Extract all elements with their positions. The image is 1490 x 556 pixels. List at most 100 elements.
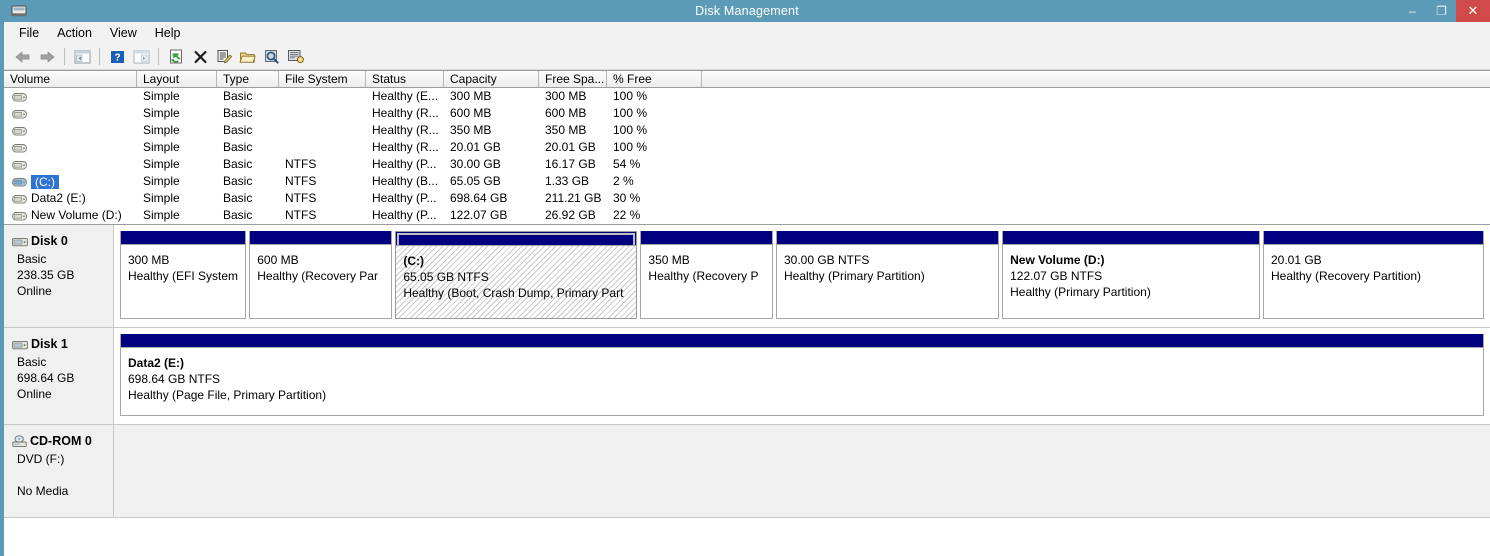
cell-type: Basic — [223, 123, 253, 137]
cell-free-space: 211.21 GB — [545, 191, 602, 205]
col-status[interactable]: Status — [366, 71, 444, 87]
back-icon[interactable] — [11, 46, 35, 68]
menu-action[interactable]: Action — [48, 24, 101, 42]
drive-icon — [12, 210, 27, 221]
table-row[interactable]: New Volume (D:) Simple Basic NTFS Healthy (P… — [4, 207, 1490, 224]
volume-cell — [4, 142, 137, 153]
close-button[interactable]: ✕ — [1456, 0, 1490, 22]
partition-status: Healthy (Boot, Crash Dump, Primary Part — [403, 286, 624, 300]
show-hide-action-pane-icon[interactable] — [129, 46, 153, 68]
col-type[interactable]: Type — [217, 71, 279, 87]
cell-percent-free: 30 % — [613, 191, 641, 205]
minimize-button[interactable]: – — [1398, 0, 1427, 22]
forward-icon[interactable] — [35, 46, 59, 68]
menu-help[interactable]: Help — [146, 24, 190, 42]
disk-info-panel[interactable]: Disk 1 Basic 698.64 GB Online — [4, 328, 114, 424]
partition-block[interactable]: New Volume (D:) 122.07 GB NTFS Healthy (Pr… — [1002, 231, 1260, 319]
volume-list: Volume Layout Type File System Status Capacit… — [4, 70, 1490, 224]
volume-label: Data2 (E:) — [31, 191, 86, 205]
all-tasks-icon[interactable] — [284, 46, 308, 68]
partition-block[interactable]: Data2 (E:) 698.64 GB NTFS Healthy (Page Fi… — [120, 334, 1484, 416]
cell-status: Healthy (P... — [372, 157, 437, 171]
partition-block[interactable]: 600 MB Healthy (Recovery Par — [249, 231, 393, 319]
partition-block[interactable]: (C:) 65.05 GB NTFS Healthy (Boot, Crash Du… — [395, 231, 638, 319]
col-volume[interactable]: Volume — [4, 71, 137, 87]
cell-status: Healthy (B... — [372, 174, 439, 188]
cell-capacity: 122.07 GB — [450, 208, 508, 222]
cell-status: Healthy (E... — [372, 89, 439, 103]
cell-free-space: 350 MB — [545, 123, 587, 137]
table-row[interactable]: (C:) Simple Basic NTFS Healthy (B... 65.05 GB… — [4, 173, 1490, 190]
col-free-space[interactable]: Free Spa... — [539, 71, 607, 87]
cell-file-system: NTFS — [285, 208, 317, 222]
partition-name: Data2 (E:) — [128, 356, 185, 370]
delete-icon[interactable] — [188, 46, 212, 68]
partition-details: (C:) 65.05 GB NTFS Healthy (Boot, Crash Du… — [396, 245, 637, 318]
disk-management-window: Disk Management – ❐ ✕ File Action View H… — [0, 0, 1490, 556]
cell-free-space: 20.01 GB — [545, 140, 596, 154]
cell-type: Basic — [223, 140, 253, 154]
properties-icon[interactable] — [212, 46, 236, 68]
cell-type: Basic — [223, 174, 253, 188]
cell-percent-free: 2 % — [613, 174, 634, 188]
refresh-icon[interactable] — [164, 46, 188, 68]
col-file-system[interactable]: File System — [279, 71, 366, 87]
table-row[interactable]: Simple Basic NTFS Healthy (P... 30.00 GB 16.1… — [4, 156, 1490, 173]
partition-size: 65.05 GB NTFS — [403, 270, 489, 284]
col-layout[interactable]: Layout — [137, 71, 217, 87]
cell-layout: Simple — [143, 191, 180, 205]
cell-capacity: 20.01 GB — [450, 140, 501, 154]
volume-cell: Data2 (E:) — [4, 190, 137, 207]
cell-status: Healthy (P... — [372, 191, 437, 205]
partition-block[interactable]: 350 MB Healthy (Recovery P — [640, 231, 773, 319]
partition-strip: Data2 (E:) 698.64 GB NTFS Healthy (Page Fi… — [114, 328, 1490, 424]
cdrom-info-panel[interactable]: CD-ROM 0 DVD (F:) No Media — [4, 425, 114, 517]
partition-size: 698.64 GB NTFS — [128, 372, 221, 386]
partition-size: 300 MB — [128, 253, 170, 267]
col-capacity[interactable]: Capacity — [444, 71, 539, 87]
table-row[interactable]: Simple Basic Healthy (E... 300 MB 300 MB 100 … — [4, 88, 1490, 105]
open-folder-icon[interactable] — [236, 46, 260, 68]
col-percent-free[interactable]: % Free — [607, 71, 702, 87]
table-row[interactable]: Simple Basic Healthy (R... 350 MB 350 MB 100 … — [4, 122, 1490, 139]
cell-free-space: 16.17 GB — [545, 157, 596, 171]
disk-size: 238.35 GB — [17, 268, 75, 282]
help-icon[interactable]: ? — [105, 46, 129, 68]
rescan-disks-icon[interactable] — [260, 46, 284, 68]
partition-status: Healthy (Recovery Par — [257, 269, 378, 283]
partition-block[interactable]: 30.00 GB NTFS Healthy (Primary Partition) — [775, 231, 1000, 319]
cell-percent-free: 100 % — [613, 140, 648, 154]
table-row[interactable]: Simple Basic Healthy (R... 600 MB 600 MB 100 … — [4, 105, 1490, 122]
cdrom-status: No Media — [17, 484, 69, 498]
cell-free-space: 1.33 GB — [545, 174, 590, 188]
cell-status: Healthy (R... — [372, 106, 439, 120]
table-row[interactable]: Simple Basic Healthy (R... 20.01 GB 20.01 GB… — [4, 139, 1490, 156]
cell-layout: Simple — [143, 174, 180, 188]
cell-percent-free: 100 % — [613, 123, 648, 137]
cell-percent-free: 54 % — [613, 157, 641, 171]
volume-cell — [4, 159, 137, 170]
partition-block[interactable]: 300 MB Healthy (EFI System — [120, 231, 247, 319]
volume-cell — [4, 125, 137, 136]
menu-view[interactable]: View — [101, 24, 146, 42]
col-filler[interactable] — [702, 71, 1490, 87]
show-hide-console-tree-icon[interactable] — [70, 46, 94, 68]
cdrom-name: CD-ROM 0 — [12, 433, 113, 449]
partition-color-bar — [121, 231, 246, 244]
partition-color-bar — [250, 231, 392, 244]
window-title: Disk Management — [695, 3, 799, 18]
partition-name: New Volume (D:) — [1010, 253, 1105, 267]
maximize-button[interactable]: ❐ — [1427, 0, 1456, 22]
cell-layout: Simple — [143, 89, 180, 103]
volume-list-header: Volume Layout Type File System Status Capacit… — [4, 71, 1490, 88]
table-row[interactable]: Data2 (E:) Simple Basic NTFS Healthy (P... 69… — [4, 190, 1490, 207]
cdrom-row: CD-ROM 0 DVD (F:) No Media — [4, 425, 1490, 518]
disk-info-panel[interactable]: Disk 0 Basic 238.35 GB Online — [4, 225, 114, 327]
disk-graphical-view: Disk 0 Basic 238.35 GB Online 300 MB Healthy … — [4, 224, 1490, 518]
cell-file-system: NTFS — [285, 174, 317, 188]
disk-name-label: Disk 0 — [31, 234, 68, 248]
partition-block[interactable]: 20.01 GB Healthy (Recovery Partition) — [1262, 231, 1484, 319]
disk-name: Disk 1 — [12, 336, 113, 352]
menu-file[interactable]: File — [10, 24, 48, 42]
window-controls: – ❐ ✕ — [1398, 0, 1490, 22]
